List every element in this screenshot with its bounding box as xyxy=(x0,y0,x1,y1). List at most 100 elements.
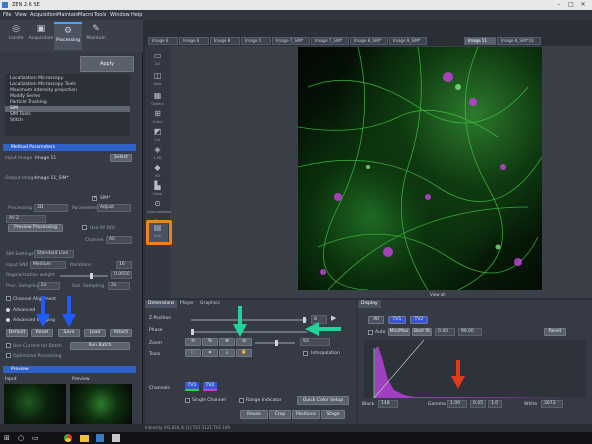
input-snr-dropdown[interactable]: Medium xyxy=(30,261,66,269)
default-button[interactable]: Default xyxy=(6,329,28,337)
view-all-label[interactable]: View all xyxy=(430,292,445,297)
select-tool-button[interactable]: ⬚ xyxy=(185,349,201,357)
white-field[interactable]: 3073 xyxy=(541,400,563,408)
browser-icon[interactable] xyxy=(64,434,72,442)
display-tab-tv1[interactable]: TV1 xyxy=(388,316,406,324)
quick-color-setup-button[interactable]: Quick Color Setup xyxy=(297,396,349,405)
reset-button[interactable]: Reset xyxy=(31,329,53,337)
parameters-dropdown[interactable]: Adjust xyxy=(97,204,131,212)
preview-header[interactable]: Preview xyxy=(3,366,136,373)
zoom-slider[interactable] xyxy=(255,340,295,346)
magnify-tool-button[interactable]: ⌕ xyxy=(219,349,235,357)
view-coloc[interactable]: ⊙ Colocalization xyxy=(147,198,171,218)
iterations-field[interactable]: 16 xyxy=(116,261,132,269)
image-tab[interactable]: Image 8_SIM*10 xyxy=(497,37,541,45)
reg-weight-slider[interactable] xyxy=(60,273,108,279)
tab-display[interactable]: Display xyxy=(358,300,381,308)
view-ortho[interactable]: ⊞ Ortho xyxy=(147,108,168,128)
search-icon[interactable]: ○ xyxy=(18,434,24,442)
gamma-preset-a[interactable]: 0.45 xyxy=(470,400,486,408)
select-button[interactable]: Select xyxy=(110,154,132,162)
zoom-100-button[interactable]: % xyxy=(202,338,218,346)
attach-button[interactable]: Attach xyxy=(110,329,132,337)
method-parameters-header[interactable]: Method Parameters xyxy=(3,144,136,151)
single-channel-checkbox[interactable] xyxy=(185,398,190,403)
auto-checkbox[interactable] xyxy=(368,330,373,335)
reg-weight-field[interactable]: 0.0650 xyxy=(111,271,132,279)
image-tab[interactable]: Image 5 xyxy=(241,37,271,45)
out-sampling-dropdown[interactable]: 2x xyxy=(108,282,130,290)
stage-button[interactable]: Stage xyxy=(321,410,345,419)
zoom-out-button[interactable]: ⊖ xyxy=(236,338,252,346)
optimized-processing-checkbox[interactable] xyxy=(6,353,11,358)
slider-knob[interactable] xyxy=(191,329,194,335)
image-tab[interactable]: Image 9_SIM* xyxy=(389,37,427,45)
tab-acquisition[interactable]: ▣ Acquisition xyxy=(27,22,55,50)
menu-maintain[interactable]: Maintain xyxy=(57,12,79,18)
channel-set-dropdown[interactable]: All 2 xyxy=(6,215,46,223)
app-taskbar-icon[interactable] xyxy=(96,434,104,442)
task-view-icon[interactable]: ▭ xyxy=(32,434,39,442)
min-max-button[interactable]: Min/Max xyxy=(388,328,410,336)
interpolation-checkbox[interactable] xyxy=(303,351,308,356)
image-tab[interactable]: Image 8_SIM* xyxy=(350,37,388,45)
channel-dropdown[interactable]: All xyxy=(106,236,132,244)
reuse-button[interactable]: Reuse xyxy=(240,410,268,419)
channel-tv1-button[interactable]: TV1 xyxy=(185,382,199,391)
image-tab[interactable]: Image 8 xyxy=(210,37,240,45)
slider-knob[interactable] xyxy=(90,273,93,279)
view-histo[interactable]: ▙ Histo xyxy=(147,180,168,200)
proc-sampling-dropdown[interactable]: 2x xyxy=(38,282,60,290)
maximize-icon[interactable]: □ xyxy=(566,1,576,9)
crop-tool-button[interactable]: ⌗ xyxy=(202,349,218,357)
display-tab-tv2[interactable]: TV2 xyxy=(410,316,428,324)
view-cut[interactable]: ◩ Cut xyxy=(147,126,168,146)
play-icon[interactable]: ▶ xyxy=(331,314,336,322)
display-tab-all[interactable]: All xyxy=(368,316,384,324)
menu-file[interactable]: File xyxy=(3,12,11,18)
load-button[interactable]: Load xyxy=(84,329,106,337)
z-position-slider[interactable] xyxy=(191,317,307,323)
zoom-in-button[interactable]: ⊕ xyxy=(219,338,235,346)
image-tab[interactable]: Image 7_SIM* xyxy=(272,37,310,45)
tab-graphics[interactable]: Graphics xyxy=(197,300,223,308)
minimize-icon[interactable]: – xyxy=(554,1,564,9)
run-batch-button[interactable]: Run Batch xyxy=(70,342,130,350)
tab-dimensions[interactable]: Dimensions xyxy=(145,300,178,308)
save-button[interactable]: Save xyxy=(58,329,80,337)
use-ry-roi-checkbox[interactable] xyxy=(82,225,87,230)
tab-locate[interactable]: ◎ Locate xyxy=(2,22,30,50)
slider-knob[interactable] xyxy=(275,340,278,346)
tab-maintain[interactable]: ✎ Maintain xyxy=(82,22,110,50)
view-split[interactable]: ◫ Split xyxy=(147,70,168,90)
use-current-for-batch-checkbox[interactable] xyxy=(6,343,11,348)
menu-tools[interactable]: Tools xyxy=(94,12,106,18)
menu-window[interactable]: Window xyxy=(110,12,130,18)
crop-button[interactable]: Crop xyxy=(269,410,291,419)
view-3d[interactable]: ◆ 3D xyxy=(147,162,168,182)
range-indicator-checkbox[interactable] xyxy=(239,398,244,403)
menu-help[interactable]: Help xyxy=(131,12,142,18)
channel-tv2-button[interactable]: TV2 xyxy=(203,382,217,391)
expand-icon[interactable] xyxy=(6,318,10,322)
gamma-field[interactable]: 1.00 xyxy=(447,400,467,408)
best-fit-min-field[interactable]: 0.40 xyxy=(435,328,455,336)
menu-acquisition[interactable]: Acquisition xyxy=(30,12,57,18)
positions-button[interactable]: Positions xyxy=(292,410,320,419)
best-fit-button[interactable]: Best fit xyxy=(412,328,432,336)
zoom-field[interactable]: 93 xyxy=(300,338,330,346)
sim-checkbox[interactable] xyxy=(92,195,97,201)
list-item[interactable]: Stitch xyxy=(5,118,130,124)
image-tab[interactable]: Image 6 xyxy=(179,37,209,45)
advanced-label[interactable]: Advanced xyxy=(13,308,35,313)
close-icon[interactable]: ✕ xyxy=(578,1,588,9)
image-tab[interactable]: Image 6 xyxy=(148,37,178,45)
view-2d[interactable]: ▭ 2D xyxy=(147,50,168,70)
image-tab[interactable]: Image 7_SIM* xyxy=(311,37,349,45)
expand-icon[interactable] xyxy=(6,308,10,312)
black-field[interactable]: 148 xyxy=(378,400,398,408)
view-gallery[interactable]: ▦ Gallery xyxy=(147,90,168,110)
tab-player[interactable]: Player xyxy=(177,300,197,308)
view-2-5d[interactable]: ◈ 2.5D xyxy=(147,144,168,164)
apply-button[interactable]: Apply xyxy=(80,56,134,72)
